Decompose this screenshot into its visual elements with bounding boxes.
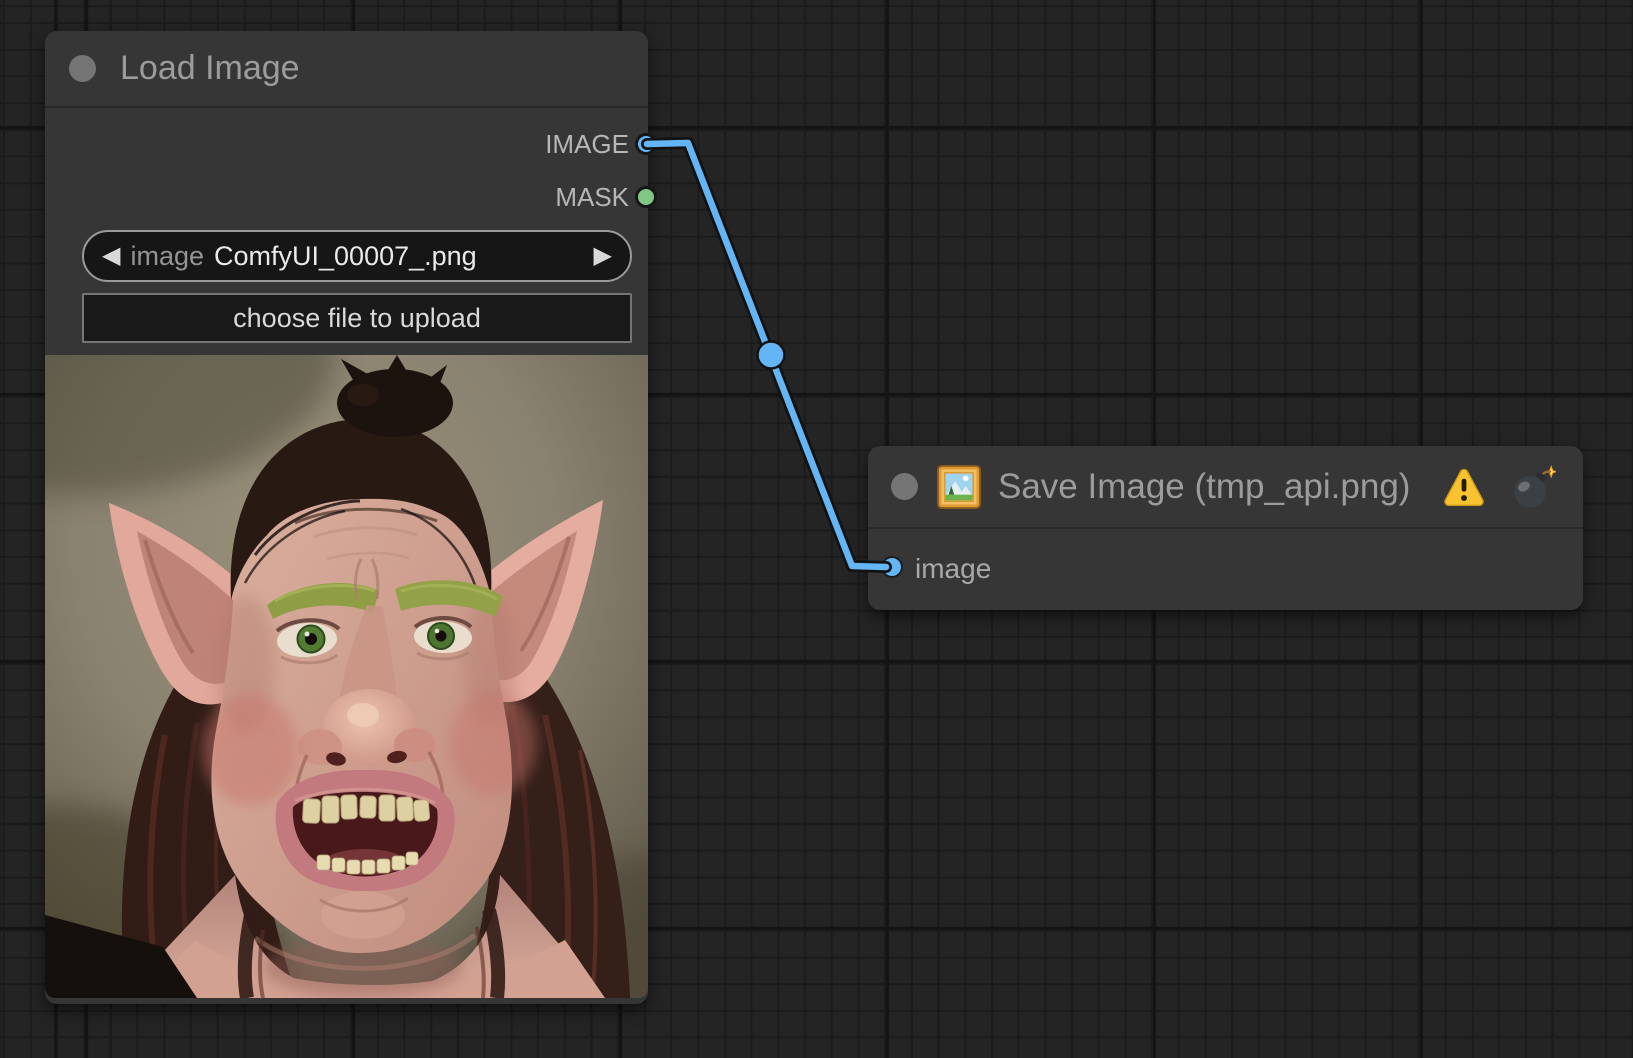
node-title: Save Image (tmp_api.png)	[998, 467, 1410, 507]
output-row-image: IMAGE	[545, 131, 657, 157]
node-collapse-dot[interactable]	[891, 473, 918, 500]
warning-icon	[1442, 465, 1486, 509]
node-title: Load Image	[120, 49, 300, 88]
output-row-mask: MASK	[555, 184, 657, 210]
save-image-title-bar[interactable]: Save Image (tmp_api.png)	[868, 446, 1583, 529]
image-output-port[interactable]	[635, 133, 657, 155]
combo-value: ComfyUI_00007_.png	[214, 241, 477, 272]
combo-prev-icon[interactable]: ◀	[102, 244, 120, 268]
troll-portrait-image	[45, 355, 648, 998]
choose-file-button[interactable]: choose file to upload	[82, 293, 632, 343]
input-label-image: image	[915, 553, 991, 585]
image-input-port[interactable]	[881, 556, 903, 578]
mask-output-port[interactable]	[635, 186, 657, 208]
node-load-image[interactable]: Load Image IMAGE MASK ◀ image ComfyUI_00…	[45, 31, 648, 1004]
node-save-image[interactable]: Save Image (tmp_api.png) image	[868, 446, 1583, 610]
combo-label: image	[130, 241, 204, 272]
load-image-title-bar[interactable]: Load Image	[45, 31, 648, 108]
image-combo-widget[interactable]: ◀ image ComfyUI_00007_.png ▶	[82, 230, 632, 282]
node-collapse-dot[interactable]	[69, 55, 96, 82]
image-preview	[45, 355, 648, 998]
output-label-image: IMAGE	[545, 131, 629, 157]
node-canvas[interactable]: Load Image IMAGE MASK ◀ image ComfyUI_00…	[0, 0, 1633, 1058]
output-label-mask: MASK	[555, 184, 629, 210]
bomb-icon	[1510, 464, 1556, 510]
framed-picture-icon	[936, 464, 982, 510]
combo-next-icon[interactable]: ▶	[594, 244, 612, 268]
